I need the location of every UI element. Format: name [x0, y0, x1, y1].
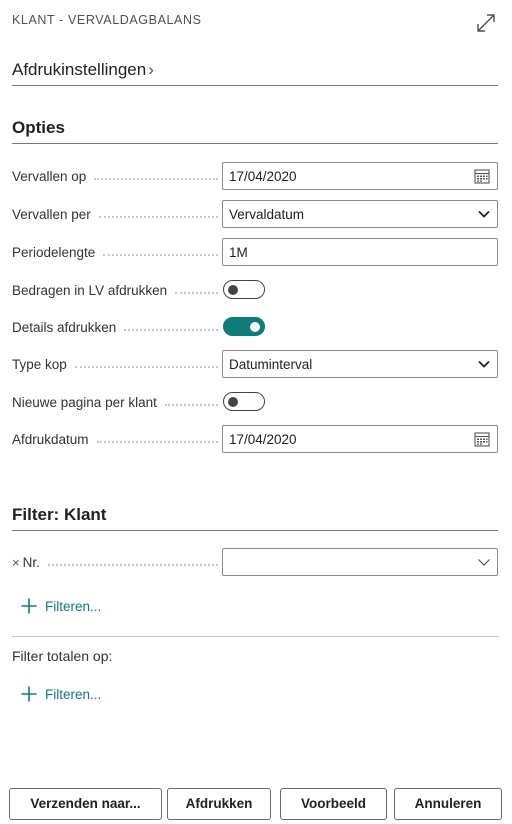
expand-icon[interactable]: [474, 11, 498, 35]
print-date-value[interactable]: 17/04/2020: [229, 432, 473, 447]
row-print-details: Details afdrukken: [12, 313, 498, 341]
heading-type-label: Type kop: [12, 356, 67, 372]
print-date-label: Afdrukdatum: [12, 431, 89, 447]
chevron-right-icon[interactable]: ›: [148, 60, 154, 80]
heading-type-value[interactable]: Datuminterval: [229, 357, 477, 372]
period-length-value[interactable]: 1M: [229, 245, 497, 260]
filter-totals-label: Filter totalen op:: [12, 648, 113, 664]
amounts-lcy-label: Bedragen in LV afdrukken: [12, 282, 168, 298]
row-period-length: Periodelengte 1M: [12, 238, 498, 266]
heading-type-select[interactable]: Datuminterval: [222, 350, 498, 378]
amounts-lcy-toggle[interactable]: [223, 280, 265, 299]
customer-no-input[interactable]: [222, 548, 498, 576]
chevron-down-icon[interactable]: [477, 207, 491, 221]
send-to-button[interactable]: Verzenden naar...: [9, 788, 162, 820]
row-print-date: Afdrukdatum 17/04/2020: [12, 425, 498, 453]
dialog-title: KLANT - VERVALDAGBALANS: [12, 13, 202, 27]
row-aged-by: Vervallen per Vervaldatum: [12, 200, 498, 228]
aged-by-select[interactable]: Vervaldatum: [222, 200, 498, 228]
add-totals-filter-link[interactable]: Filteren...: [20, 685, 101, 703]
new-page-toggle[interactable]: [223, 392, 265, 411]
cancel-button[interactable]: Annuleren: [394, 788, 502, 820]
aged-as-of-label: Vervallen op: [12, 168, 87, 184]
row-customer-no: × Nr.: [12, 548, 498, 576]
filter-customer-header: Filter: Klant: [12, 505, 498, 531]
customer-no-label: Nr.: [22, 554, 40, 570]
row-aged-as-of: Vervallen op 17/04/2020: [12, 162, 498, 190]
aged-as-of-field[interactable]: 17/04/2020: [222, 162, 498, 190]
close-icon[interactable]: ×: [12, 555, 20, 570]
filter-customer-header-label: Filter: Klant: [12, 505, 107, 524]
calendar-icon[interactable]: [473, 167, 491, 185]
divider: [12, 636, 498, 637]
print-details-toggle[interactable]: [223, 317, 265, 336]
add-customer-filter-link[interactable]: Filteren...: [20, 597, 101, 615]
period-length-input[interactable]: 1M: [222, 238, 498, 266]
aged-as-of-value[interactable]: 17/04/2020: [229, 169, 473, 184]
chevron-down-icon[interactable]: [477, 555, 491, 569]
aged-by-label: Vervallen per: [12, 206, 91, 222]
period-length-label: Periodelengte: [12, 244, 96, 260]
add-totals-filter-label[interactable]: Filteren...: [45, 687, 101, 702]
preview-button[interactable]: Voorbeeld: [280, 788, 387, 820]
aged-by-value[interactable]: Vervaldatum: [229, 207, 477, 222]
calendar-icon[interactable]: [473, 430, 491, 448]
options-header-label: Opties: [12, 118, 65, 137]
print-details-label: Details afdrukken: [12, 319, 117, 335]
row-amounts-lcy: Bedragen in LV afdrukken: [12, 276, 498, 304]
row-heading-type: Type kop Datuminterval: [12, 350, 498, 378]
plus-icon[interactable]: [20, 685, 38, 703]
options-header: Opties: [12, 118, 498, 144]
chevron-down-icon[interactable]: [477, 357, 491, 371]
plus-icon[interactable]: [20, 597, 38, 615]
new-page-label: Nieuwe pagina per klant: [12, 394, 157, 410]
print-date-field[interactable]: 17/04/2020: [222, 425, 498, 453]
print-button[interactable]: Afdrukken: [167, 788, 271, 820]
row-new-page: Nieuwe pagina per klant: [12, 388, 498, 416]
add-customer-filter-label[interactable]: Filteren...: [45, 599, 101, 614]
print-settings-label[interactable]: Afdrukinstellingen: [12, 60, 146, 79]
print-settings-header[interactable]: Afdrukinstellingen ›: [12, 60, 498, 86]
